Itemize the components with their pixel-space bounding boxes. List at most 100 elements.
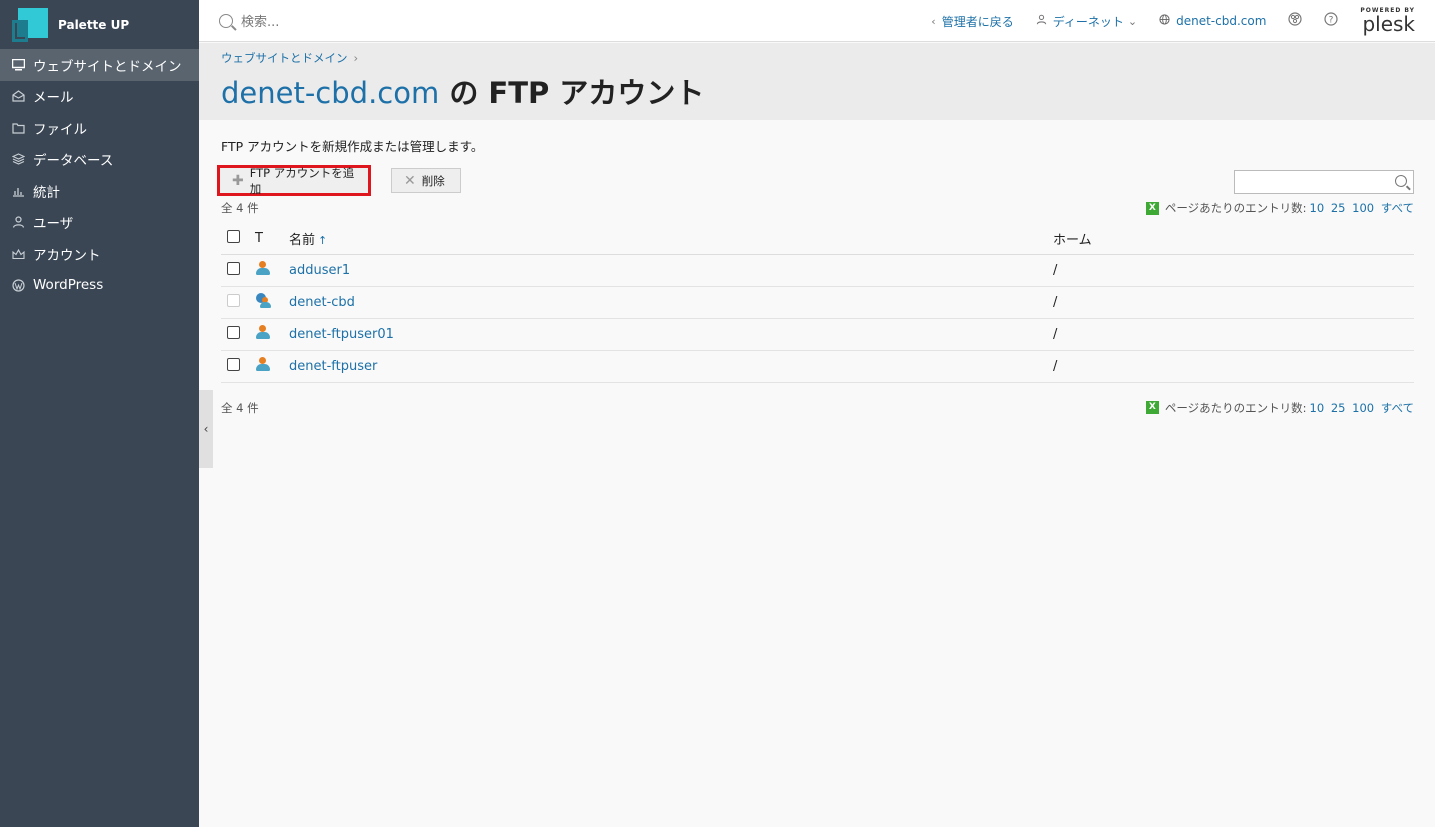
home-directory: / (1053, 286, 1414, 319)
sidebar-item-mail[interactable]: メール (0, 81, 199, 113)
sidebar-item-label: ウェブサイトとドメイン (33, 58, 182, 75)
title-text: の FTP アカウント (439, 76, 705, 110)
per-page-10[interactable]: 10 (1310, 401, 1325, 415)
chevron-left-icon: ‹ (203, 422, 209, 436)
svg-text:?: ? (1329, 16, 1334, 26)
domain-link[interactable]: denet-cbd.com (1159, 14, 1266, 28)
brand-name: Palette UP (58, 17, 130, 32)
user-icon (1036, 14, 1047, 28)
table-header-row: T 名前 ↑ ホーム (221, 224, 1414, 255)
list-meta-top: 全 4 件 X ページあたりのエントリ数: 10 25 100 すべて (221, 198, 1414, 218)
global-search[interactable]: 検索... (199, 11, 899, 30)
breadcrumb: ウェブサイトとドメイン › (221, 50, 1435, 66)
title-domain-link[interactable]: denet-cbd.com (221, 76, 439, 110)
per-page-100[interactable]: 100 (1352, 201, 1374, 215)
sidebar-item-files[interactable]: ファイル (0, 112, 199, 144)
sidebar-item-websites[interactable]: ウェブサイトとドメイン (0, 49, 199, 81)
account-name-link[interactable]: denet-cbd (289, 295, 355, 310)
sidebar-item-label: アカウント (33, 247, 101, 264)
sidebar-item-label: 統計 (33, 184, 60, 201)
table-row: denet-ftpuser01 / (221, 318, 1414, 351)
wordpress-icon (11, 278, 25, 292)
chevron-right-icon: › (353, 51, 359, 65)
list-search-input[interactable] (1234, 170, 1414, 194)
excel-export-icon[interactable]: X (1145, 401, 1159, 414)
add-button-label: FTP アカウントを追加 (249, 165, 355, 196)
sidebar-item-account[interactable]: アカウント (0, 238, 199, 270)
per-page-options: 10 25 100 すべて (1307, 200, 1414, 216)
page-title: denet-cbd.com の FTP アカウント (221, 70, 1435, 112)
page-description: FTP アカウントを新規作成または管理します。 (221, 139, 484, 154)
total-count: 全 4 件 (221, 400, 259, 415)
user-icon (11, 215, 25, 229)
per-page-25[interactable]: 25 (1331, 401, 1346, 415)
column-name[interactable]: 名前 ↑ (289, 224, 1053, 255)
user-name: ディーネット (1052, 14, 1124, 29)
per-page-10[interactable]: 10 (1310, 201, 1325, 215)
table-row: denet-ftpuser / (221, 350, 1414, 383)
delete-button-label: 削除 (421, 173, 445, 188)
search-input[interactable]: 検索... (241, 11, 279, 30)
total-count: 全 4 件 (221, 201, 259, 215)
per-page-all[interactable]: すべて (1381, 401, 1414, 415)
remove-icon: ✕ (404, 172, 416, 189)
bar-chart-icon (11, 184, 25, 198)
excel-export-icon[interactable]: X (1145, 201, 1159, 215)
monitor-icon (11, 58, 25, 72)
sidebar-item-users[interactable]: ユーザ (0, 207, 199, 239)
column-home[interactable]: ホーム (1053, 224, 1414, 255)
user-menu[interactable]: ディーネット ⌄ (1036, 13, 1137, 30)
plesk-logo: POWERED BY plesk (1360, 8, 1415, 36)
brand[interactable]: Palette UP (0, 0, 199, 49)
row-checkbox[interactable] (227, 357, 240, 371)
account-name-link[interactable]: adduser1 (289, 263, 350, 278)
ftp-user-icon (255, 260, 271, 276)
home-directory: / (1053, 350, 1414, 383)
plus-icon: ✚ (232, 172, 244, 189)
row-checkbox[interactable] (227, 261, 240, 275)
sidebar-item-databases[interactable]: データベース (0, 144, 199, 176)
list-meta-bottom: 全 4 件 X ページあたりのエントリ数: 10 25 100 すべて (221, 398, 1414, 418)
sidebar-item-wordpress[interactable]: WordPress (0, 270, 199, 302)
collapse-sidebar-button[interactable]: ‹ (199, 390, 213, 468)
database-icon (11, 152, 25, 166)
chevron-left-icon: ‹ (931, 14, 936, 28)
sidebar: Palette UP ウェブサイトとドメイン メール ファイル データベース 統… (0, 0, 199, 827)
back-to-admin-label: 管理者に戻る (941, 14, 1014, 29)
search-icon (219, 13, 233, 28)
per-page-selector: X ページあたりのエントリ数: 10 25 100 すべて (1145, 200, 1414, 216)
back-to-admin-link[interactable]: ‹ 管理者に戻る (931, 13, 1013, 30)
search-icon (1395, 175, 1407, 187)
mail-icon (11, 89, 25, 103)
sidebar-item-label: メール (33, 90, 74, 107)
sidebar-item-statistics[interactable]: 統計 (0, 175, 199, 207)
add-ftp-account-button[interactable]: ✚ FTP アカウントを追加 (217, 165, 371, 196)
ftp-user-icon (255, 324, 271, 340)
delete-button[interactable]: ✕ 削除 (391, 168, 461, 193)
account-name-link[interactable]: denet-ftpuser01 (289, 327, 394, 342)
breadcrumb-link[interactable]: ウェブサイトとドメイン (221, 51, 348, 65)
main-content: FTP アカウントを新規作成または管理します。 ✚ FTP アカウントを追加 ✕… (217, 120, 1414, 418)
sidebar-item-label: データベース (33, 153, 114, 170)
per-page-options: 10 25 100 すべて (1307, 400, 1414, 416)
column-type[interactable]: T (255, 224, 289, 255)
ftp-user-icon (255, 356, 271, 372)
folder-icon (11, 121, 25, 135)
table-row: adduser1 / (221, 254, 1414, 287)
per-page-100[interactable]: 100 (1352, 401, 1374, 415)
brand-logo-icon (12, 7, 48, 42)
extensions-icon[interactable] (1288, 12, 1303, 30)
ftp-accounts-table: T 名前 ↑ ホーム adduser1 / denet-cbd / denet-… (221, 224, 1414, 383)
main-ftp-user-icon (255, 292, 271, 308)
row-checkbox[interactable] (227, 325, 240, 339)
plesk-wordmark: plesk (1362, 12, 1415, 36)
per-page-selector: X ページあたりのエントリ数: 10 25 100 すべて (1145, 400, 1414, 416)
help-icon[interactable]: ? (1324, 12, 1339, 30)
select-all-checkbox[interactable] (227, 230, 240, 244)
per-page-all[interactable]: すべて (1381, 201, 1414, 215)
account-name-link[interactable]: denet-ftpuser (289, 359, 377, 374)
globe-icon (1159, 14, 1170, 28)
per-page-label: ページあたりのエントリ数: (1164, 201, 1307, 215)
home-directory: / (1053, 318, 1414, 351)
per-page-25[interactable]: 25 (1331, 201, 1346, 215)
